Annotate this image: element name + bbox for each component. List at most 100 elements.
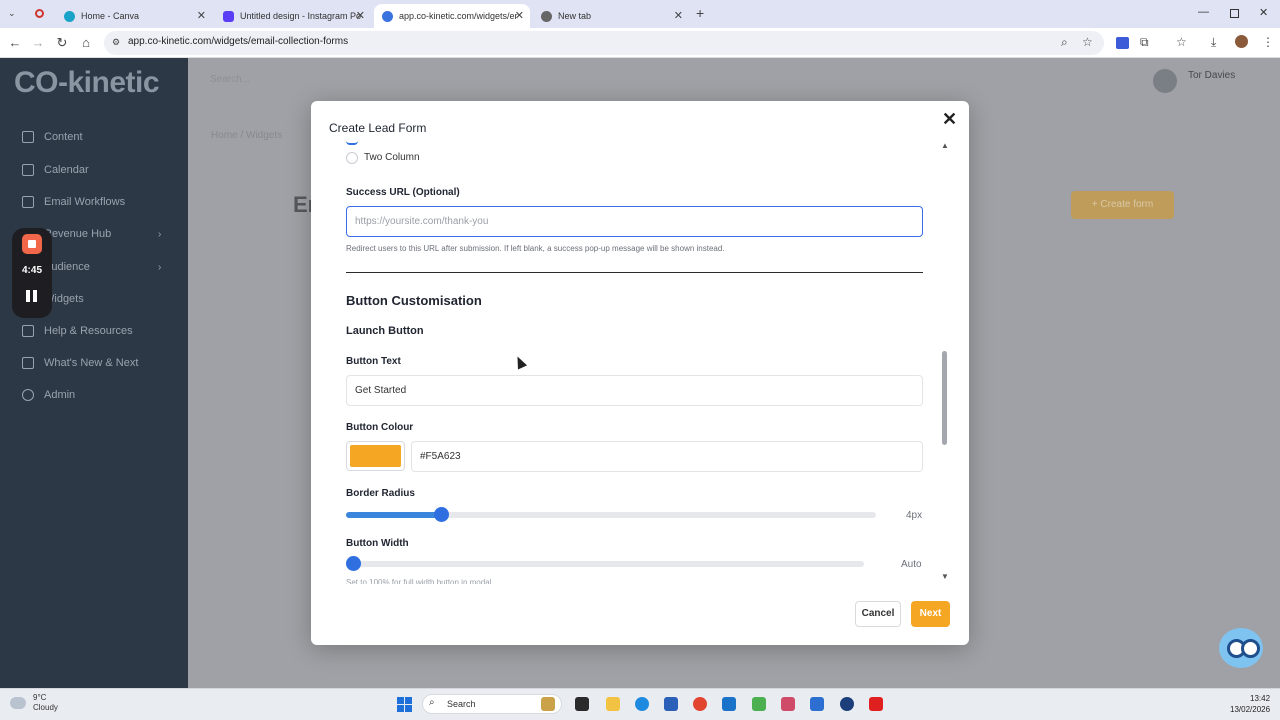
- slider-thumb[interactable]: [346, 556, 361, 571]
- tab-co-kinetic[interactable]: app.co-kinetic.com/widgets/er ✕: [374, 4, 530, 28]
- slider-fill: [346, 512, 442, 518]
- weather-condition: Cloudy: [33, 703, 58, 712]
- success-url-input[interactable]: [346, 206, 923, 237]
- reload-icon[interactable]: ↻: [54, 35, 70, 51]
- chrome-icon: [541, 10, 552, 22]
- border-radius-value: 4px: [906, 510, 923, 521]
- stop-recording-button[interactable]: [22, 234, 42, 254]
- screen-recorder-widget: 4:45: [12, 228, 52, 318]
- weather-widget[interactable]: 9°C Cloudy: [33, 693, 58, 713]
- sidebar-item-email-workflows[interactable]: Email Workflows: [22, 196, 125, 208]
- close-tab-icon[interactable]: ✕: [356, 9, 365, 22]
- tab-new-tab[interactable]: New tab ✕: [533, 4, 689, 28]
- zoom-icon[interactable]: ⌕: [1061, 35, 1068, 50]
- pause-recording-button[interactable]: [26, 290, 38, 302]
- button-width-label: Button Width: [346, 538, 409, 549]
- back-icon[interactable]: ←: [7, 35, 23, 50]
- success-url-label: Success URL (Optional): [346, 187, 460, 198]
- button-colour-input[interactable]: [411, 441, 923, 472]
- search-icon: ⌕: [429, 697, 435, 708]
- new-tab-icon[interactable]: +: [696, 5, 704, 21]
- close-tab-icon[interactable]: ✕: [515, 9, 524, 22]
- create-form-button: + Create form: [1071, 191, 1174, 219]
- tab-title: New tab: [558, 11, 592, 21]
- download-icon[interactable]: ⤓: [1211, 35, 1216, 50]
- menu-icon[interactable]: ⋮: [1262, 35, 1274, 49]
- sidebar-item-label: Calendar: [44, 164, 89, 176]
- sidebar-item-content[interactable]: Content: [22, 131, 83, 143]
- system-clock[interactable]: 13:42 13/02/2026: [1230, 693, 1270, 715]
- close-tab-icon[interactable]: ✕: [674, 9, 683, 22]
- sidebar-item-calendar[interactable]: Calendar: [22, 164, 89, 176]
- sidebar-item-label: Email Workflows: [44, 196, 126, 208]
- forward-icon[interactable]: →: [30, 35, 46, 50]
- help-icon: [22, 325, 34, 337]
- tab-instagram-design[interactable]: Untitled design - Instagram Po ✕: [215, 4, 371, 28]
- snipping-tool-icon[interactable]: [781, 697, 795, 711]
- settings-icon[interactable]: [810, 697, 824, 711]
- bookmark-star-icon[interactable]: ☆: [1082, 35, 1093, 49]
- outlook-icon[interactable]: [722, 697, 736, 711]
- task-view-icon[interactable]: [575, 697, 589, 711]
- button-text-input[interactable]: [346, 375, 923, 406]
- store-icon[interactable]: [664, 697, 678, 711]
- tab-title: app.co-kinetic.com/widgets/er: [399, 11, 518, 21]
- app-icon[interactable]: [752, 697, 766, 711]
- bookmarks-icon[interactable]: ☆: [1176, 35, 1187, 49]
- megaphone-icon: [22, 357, 34, 369]
- recording-timer: 4:45: [21, 265, 42, 276]
- modal-scrollbar[interactable]: [942, 351, 947, 445]
- sidebar-item-label: What's New & Next: [44, 357, 139, 369]
- sidebar-item-label: Content: [44, 131, 83, 143]
- sidebar-item-label: Admin: [44, 389, 76, 401]
- windows-start-icon[interactable]: [397, 697, 412, 712]
- extension-icon[interactable]: [1116, 37, 1129, 49]
- calendar-icon: [22, 164, 34, 176]
- gear-icon: [22, 389, 34, 401]
- profile-avatar[interactable]: [1235, 35, 1248, 48]
- button-width-help: Set to 100% for full width button in mod…: [346, 578, 492, 584]
- sidebar-item-help[interactable]: Help & Resources: [22, 325, 133, 337]
- user-name: Tor Davies: [1188, 70, 1236, 81]
- url-text[interactable]: app.co-kinetic.com/widgets/email-collect…: [128, 36, 348, 47]
- scroll-down-arrow-icon[interactable]: ▼: [941, 572, 949, 581]
- sidebar-item-label: Revenue Hub: [44, 228, 112, 240]
- tab-canva[interactable]: Home - Canva ✕: [56, 4, 212, 28]
- maximize-icon[interactable]: [1230, 9, 1239, 18]
- tab-search-chevron[interactable]: ⌄: [8, 8, 16, 19]
- button-width-value: Auto: [901, 559, 922, 570]
- radio-two-column[interactable]: [346, 152, 358, 164]
- button-text-label: Button Text: [346, 356, 401, 367]
- youtube-icon[interactable]: [869, 697, 883, 711]
- tab-title: Home - Canva: [81, 11, 140, 21]
- co-kinetic-icon: [382, 10, 393, 22]
- recording-tab-icon[interactable]: [35, 9, 44, 18]
- site-info-icon[interactable]: ⚙: [112, 37, 120, 48]
- sidebar: [0, 58, 188, 688]
- close-icon[interactable]: ✕: [942, 109, 957, 130]
- file-explorer-icon[interactable]: [606, 697, 620, 711]
- password-manager-icon[interactable]: [840, 697, 854, 711]
- sidebar-item-whats-new[interactable]: What's New & Next: [22, 357, 138, 369]
- button-width-slider[interactable]: [346, 556, 864, 571]
- cancel-button[interactable]: Cancel: [855, 601, 901, 627]
- modal-title: Create Lead Form: [329, 121, 427, 135]
- colour-swatch-fill: [350, 445, 401, 467]
- chat-assistant-icon[interactable]: [1219, 628, 1263, 668]
- colour-swatch-picker[interactable]: [346, 441, 405, 471]
- minimize-icon[interactable]: —: [1198, 6, 1209, 18]
- background-search: Search...: [210, 74, 251, 85]
- content-icon: [22, 131, 34, 143]
- sidebar-item-admin[interactable]: Admin: [22, 389, 75, 401]
- scroll-up-arrow-icon[interactable]: ▲: [941, 141, 949, 150]
- puzzle-icon[interactable]: ⧉: [1140, 35, 1149, 50]
- tab-title: Untitled design - Instagram Po: [240, 11, 362, 21]
- taskbar-widget-icon[interactable]: [541, 697, 555, 711]
- next-button[interactable]: Next: [911, 601, 950, 627]
- edge-icon[interactable]: [635, 697, 649, 711]
- chrome-taskbar-icon[interactable]: [693, 697, 707, 711]
- border-radius-slider[interactable]: [346, 507, 876, 522]
- home-icon[interactable]: ⌂: [78, 35, 94, 50]
- close-window-icon[interactable]: ✕: [1259, 6, 1268, 19]
- close-tab-icon[interactable]: ✕: [197, 9, 206, 22]
